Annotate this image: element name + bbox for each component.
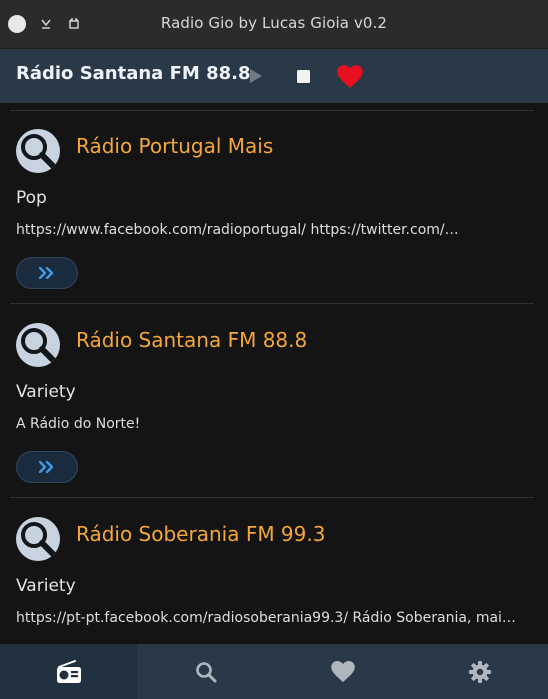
- play-icon: [250, 69, 262, 83]
- station-name: Rádio Portugal Mais: [76, 134, 274, 158]
- station-description: A Rádio do Norte!: [16, 416, 141, 432]
- station-description: https://www.facebook.com/radioportugal/ …: [16, 222, 459, 238]
- station-genre: Variety: [16, 576, 76, 596]
- search-icon: [195, 661, 216, 682]
- station-logo-search-icon: [16, 323, 60, 367]
- gear-icon: [468, 660, 491, 683]
- nav-favorites[interactable]: [274, 644, 411, 699]
- stop-button[interactable]: [294, 67, 312, 85]
- now-playing-bar: Rádio Santana FM 88.8: [0, 49, 548, 103]
- station-description: https://pt-pt.facebook.com/radiosoberani…: [16, 610, 516, 626]
- window-title: Radio Gio by Lucas Gioia v0.2: [160, 14, 388, 32]
- double-chevron-right-icon: [39, 461, 54, 473]
- double-chevron-right-icon: [39, 267, 54, 279]
- station-genre: Variety: [16, 382, 76, 402]
- list-item[interactable]: Rádio Santana FM 88.8 Variety A Rádio do…: [0, 304, 548, 498]
- window-titlebar: Radio Gio by Lucas Gioia v0.2: [0, 0, 548, 49]
- list-item[interactable]: Rádio Portugal Mais Pop https://www.face…: [0, 110, 548, 304]
- heart-icon: [330, 661, 355, 682]
- heart-icon: [337, 64, 363, 88]
- nav-search[interactable]: [137, 644, 274, 699]
- nav-settings[interactable]: [411, 644, 548, 699]
- station-name: Rádio Santana FM 88.8: [76, 328, 308, 352]
- station-list[interactable]: Rádio Portugal Mais Pop https://www.face…: [0, 103, 548, 644]
- stop-icon: [296, 69, 310, 83]
- play-button[interactable]: [247, 66, 265, 86]
- now-playing-station: Rádio Santana FM 88.8: [16, 63, 251, 84]
- bottom-navigation: [0, 644, 548, 699]
- station-logo-search-icon: [16, 517, 60, 561]
- list-item[interactable]: Rádio Soberania FM 99.3 Variety https://…: [0, 498, 548, 644]
- radio-icon: [56, 659, 81, 683]
- nav-radio[interactable]: [0, 644, 137, 699]
- open-station-button[interactable]: [16, 257, 78, 289]
- station-genre: Pop: [16, 188, 47, 208]
- station-name: Rádio Soberania FM 99.3: [76, 522, 326, 546]
- favorite-button[interactable]: [336, 62, 364, 90]
- open-station-button[interactable]: [16, 451, 78, 483]
- station-logo-search-icon: [16, 129, 60, 173]
